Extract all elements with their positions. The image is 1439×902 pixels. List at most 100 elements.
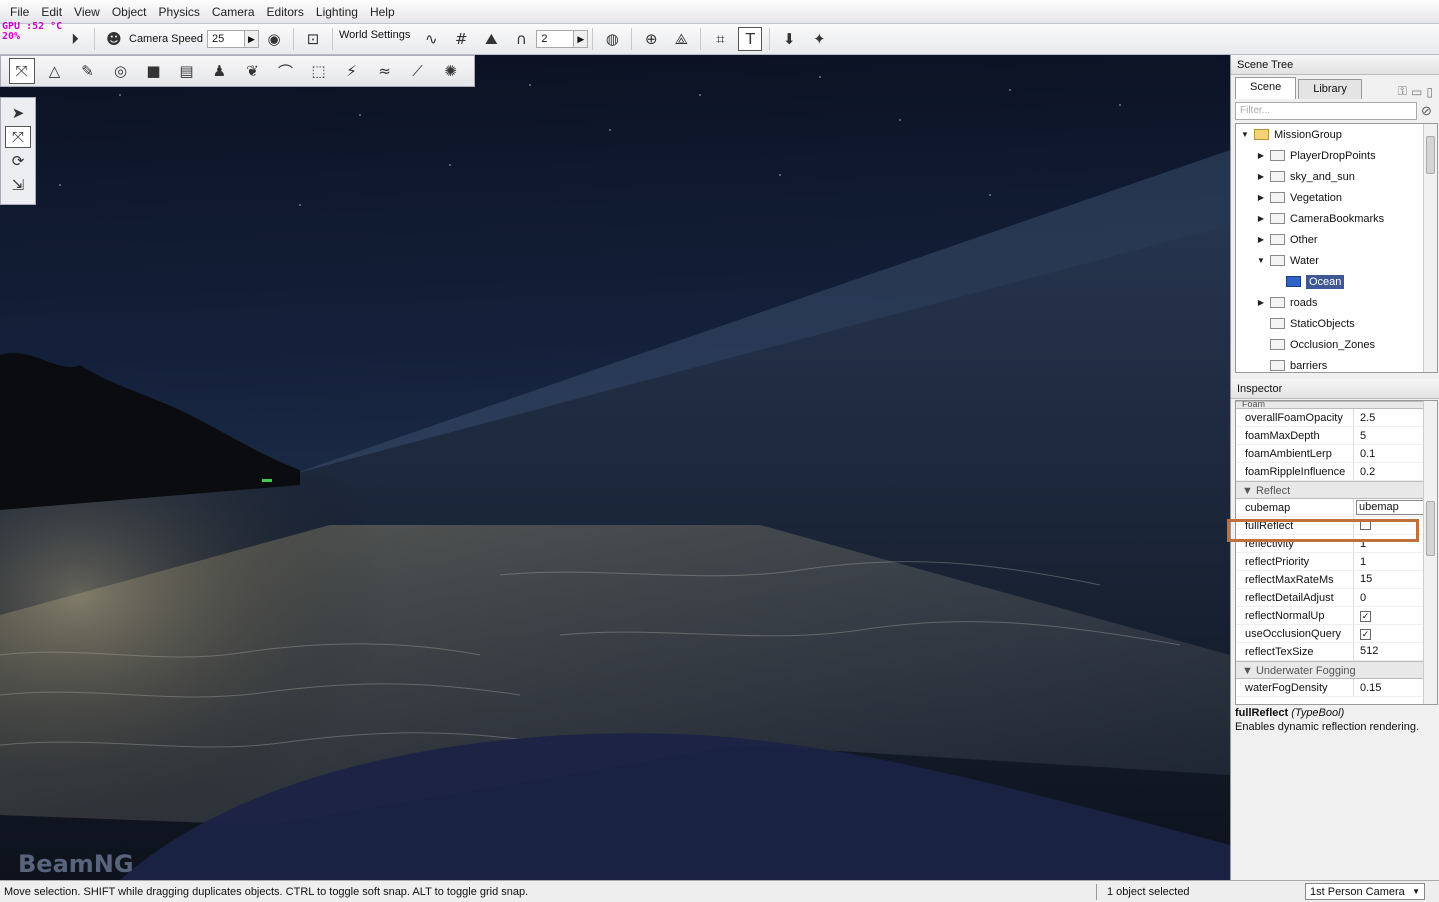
collapsed-arrow-icon[interactable]: ▶ (1256, 214, 1266, 223)
lock-icon[interactable]: ⚿ (1398, 84, 1407, 99)
magnet-icon[interactable]: ∩ (509, 27, 533, 51)
datablock-editor-icon[interactable]: ■ (141, 58, 167, 84)
fit-view-icon[interactable]: ⊡ (301, 27, 325, 51)
drop-object-icon[interactable]: ⬇ (777, 27, 801, 51)
grid-snap-icon[interactable]: # (449, 27, 473, 51)
trash-icon[interactable]: ▯ (1426, 85, 1433, 99)
group-underwater[interactable]: ▼ Underwater Fogging (1236, 661, 1437, 679)
terrain-snap-icon[interactable]: ⛰ (479, 27, 503, 51)
globe-icon[interactable]: ◍ (600, 27, 624, 51)
tree-scrollbar[interactable] (1423, 124, 1437, 372)
collapsed-arrow-icon[interactable]: ▶ (1256, 151, 1266, 160)
terrain-painter-icon[interactable]: ✎ (75, 58, 101, 84)
bounds-icon[interactable]: ⌗ (708, 27, 732, 51)
snap-value-input[interactable]: 2 ▶ (536, 30, 589, 48)
tab-library[interactable]: Library (1298, 79, 1362, 99)
decal-editor-icon[interactable]: ♟ (207, 58, 233, 84)
play-icon[interactable]: ⏵ (63, 27, 87, 51)
property-row-foamrippleinfluence[interactable]: foamRippleInfluence 0.2 (1236, 463, 1437, 481)
menu-edit[interactable]: Edit (35, 5, 68, 19)
particle-editor-icon[interactable]: ✺ (438, 58, 464, 84)
collapsed-arrow-icon[interactable]: ▶ (1256, 298, 1266, 307)
increment-arrow-icon[interactable]: ▶ (244, 31, 258, 47)
road-editor-icon[interactable]: ≈ (372, 58, 398, 84)
snap-curve-icon[interactable]: ∿ (419, 27, 443, 51)
tree-node[interactable]: ▶ roads (1236, 292, 1437, 313)
cubemap-dropdown[interactable]: ubemap ▼ (1356, 500, 1433, 515)
property-row-foammaxdepth[interactable]: foamMaxDepth 5 (1236, 427, 1437, 445)
navmesh-icon[interactable]: ⟋ (405, 58, 431, 84)
menu-camera[interactable]: Camera (206, 5, 261, 19)
collapsed-arrow-icon[interactable]: ▶ (1256, 172, 1266, 181)
property-row-reflectdetailadjust[interactable]: reflectDetailAdjust 0 (1236, 589, 1437, 607)
menu-help[interactable]: Help (364, 5, 401, 19)
rotate-gizmo-icon[interactable]: ⟳ (5, 150, 31, 172)
menu-lighting[interactable]: Lighting (310, 5, 364, 19)
group-foam[interactable]: Foam (1236, 401, 1437, 409)
tree-node[interactable]: ▶ Other (1236, 229, 1437, 250)
tree-node[interactable]: ▼ Water (1236, 250, 1437, 271)
tree-node[interactable]: ▶ Vegetation (1236, 187, 1437, 208)
material-editor-icon[interactable]: ◎ (108, 58, 134, 84)
expanded-arrow-icon[interactable]: ▼ (1240, 130, 1250, 139)
mesh-road-icon[interactable]: ⌒ (273, 58, 299, 84)
scale-gizmo-icon[interactable]: ⇲ (5, 174, 31, 196)
3d-viewport[interactable]: BeamNG (0, 55, 1230, 880)
group-reflect[interactable]: ▼ Reflect (1236, 481, 1437, 499)
tree-node[interactable]: StaticObjects (1236, 313, 1437, 334)
expanded-arrow-icon[interactable]: ▼ (1256, 256, 1266, 265)
terrain-editor-icon[interactable]: △ (42, 58, 68, 84)
object-center-icon[interactable]: ⊕ (639, 27, 663, 51)
property-row-cubemap[interactable]: cubemap ubemap ▼ (1236, 499, 1437, 517)
property-row-reflecttexsize[interactable]: reflectTexSize512▲▼ (1236, 643, 1437, 661)
river-editor-icon[interactable]: ⚡ (339, 58, 365, 84)
inspector-scrollbar[interactable] (1423, 401, 1437, 704)
menu-object[interactable]: Object (106, 5, 153, 19)
menu-editors[interactable]: Editors (261, 5, 310, 19)
data-icon[interactable]: ▤ (174, 58, 200, 84)
property-row-useocclusionquery[interactable]: useOcclusionQuery ✓ (1236, 625, 1437, 643)
property-key: overallFoamOpacity (1236, 409, 1354, 426)
tree-node[interactable]: barriers (1236, 355, 1437, 372)
scene-tree[interactable]: ▼ MissionGroup ▶ PlayerDropPoints ▶ sky_and_s… (1235, 123, 1438, 373)
forest-editor-icon[interactable]: ❦ (240, 58, 266, 84)
property-row-reflectpriority[interactable]: reflectPriority 1 (1236, 553, 1437, 571)
menu-physics[interactable]: Physics (153, 5, 206, 19)
object-editor-icon[interactable]: ⤧ (8, 58, 35, 84)
inspector-grid[interactable]: Foam overallFoamOpacity 2.5 foamMaxDepth 5 f… (1235, 400, 1438, 705)
world-settings-button[interactable]: World Settings (339, 29, 410, 41)
property-row-reflectnormalup[interactable]: reflectNormalUp ✓ (1236, 607, 1437, 625)
player-icon[interactable]: ☻ (102, 27, 126, 51)
eye-icon[interactable]: ◉ (262, 27, 286, 51)
property-row-waterfogdensity[interactable]: waterFogDensity 0.15 (1236, 679, 1437, 697)
camera-mode-dropdown[interactable]: 1st Person Camera ▼ (1305, 883, 1425, 900)
tree-node[interactable]: Ocean (1236, 271, 1437, 292)
tree-node[interactable]: ▶ CameraBookmarks (1236, 208, 1437, 229)
shape-editor-icon[interactable]: ⬚ (306, 58, 332, 84)
checkbox-checked-icon[interactable]: ✓ (1360, 610, 1371, 622)
move-gizmo-icon[interactable]: ⤧ (5, 126, 31, 148)
clear-filter-icon[interactable]: ⊘ (1421, 103, 1432, 119)
camera-speed-input[interactable]: 25 ▶ (207, 30, 259, 48)
menu-file[interactable]: File (4, 5, 35, 19)
axis-gizmo-icon[interactable]: ⟁ (669, 27, 693, 51)
tree-node[interactable]: ▶ sky_and_sun (1236, 166, 1437, 187)
new-folder-icon[interactable]: ▭ (1411, 85, 1422, 99)
property-row-overallfoamopacity[interactable]: overallFoamOpacity 2.5 (1236, 409, 1437, 427)
collapsed-arrow-icon[interactable]: ▶ (1256, 193, 1266, 202)
increment-arrow-icon[interactable]: ▶ (573, 31, 588, 47)
select-arrow-icon[interactable]: ➤ (5, 102, 31, 124)
text-label-icon[interactable]: T (738, 27, 763, 51)
checkbox-checked-icon[interactable]: ✓ (1360, 628, 1371, 640)
tree-node[interactable]: ▶ PlayerDropPoints (1236, 145, 1437, 166)
property-row-reflectmaxratems[interactable]: reflectMaxRateMs15▲▼ (1236, 571, 1437, 589)
tab-scene[interactable]: Scene (1235, 77, 1297, 99)
property-row-foamambientlerp[interactable]: foamAmbientLerp 0.1 (1236, 445, 1437, 463)
bird-icon[interactable]: ✦ (807, 27, 831, 51)
desc-type: (TypeBool) (1291, 707, 1345, 719)
tree-node[interactable]: ▼ MissionGroup (1236, 124, 1437, 145)
scene-filter-input[interactable]: Filter... (1235, 102, 1417, 120)
collapsed-arrow-icon[interactable]: ▶ (1256, 235, 1266, 244)
menu-view[interactable]: View (68, 5, 106, 19)
tree-node[interactable]: Occlusion_Zones (1236, 334, 1437, 355)
